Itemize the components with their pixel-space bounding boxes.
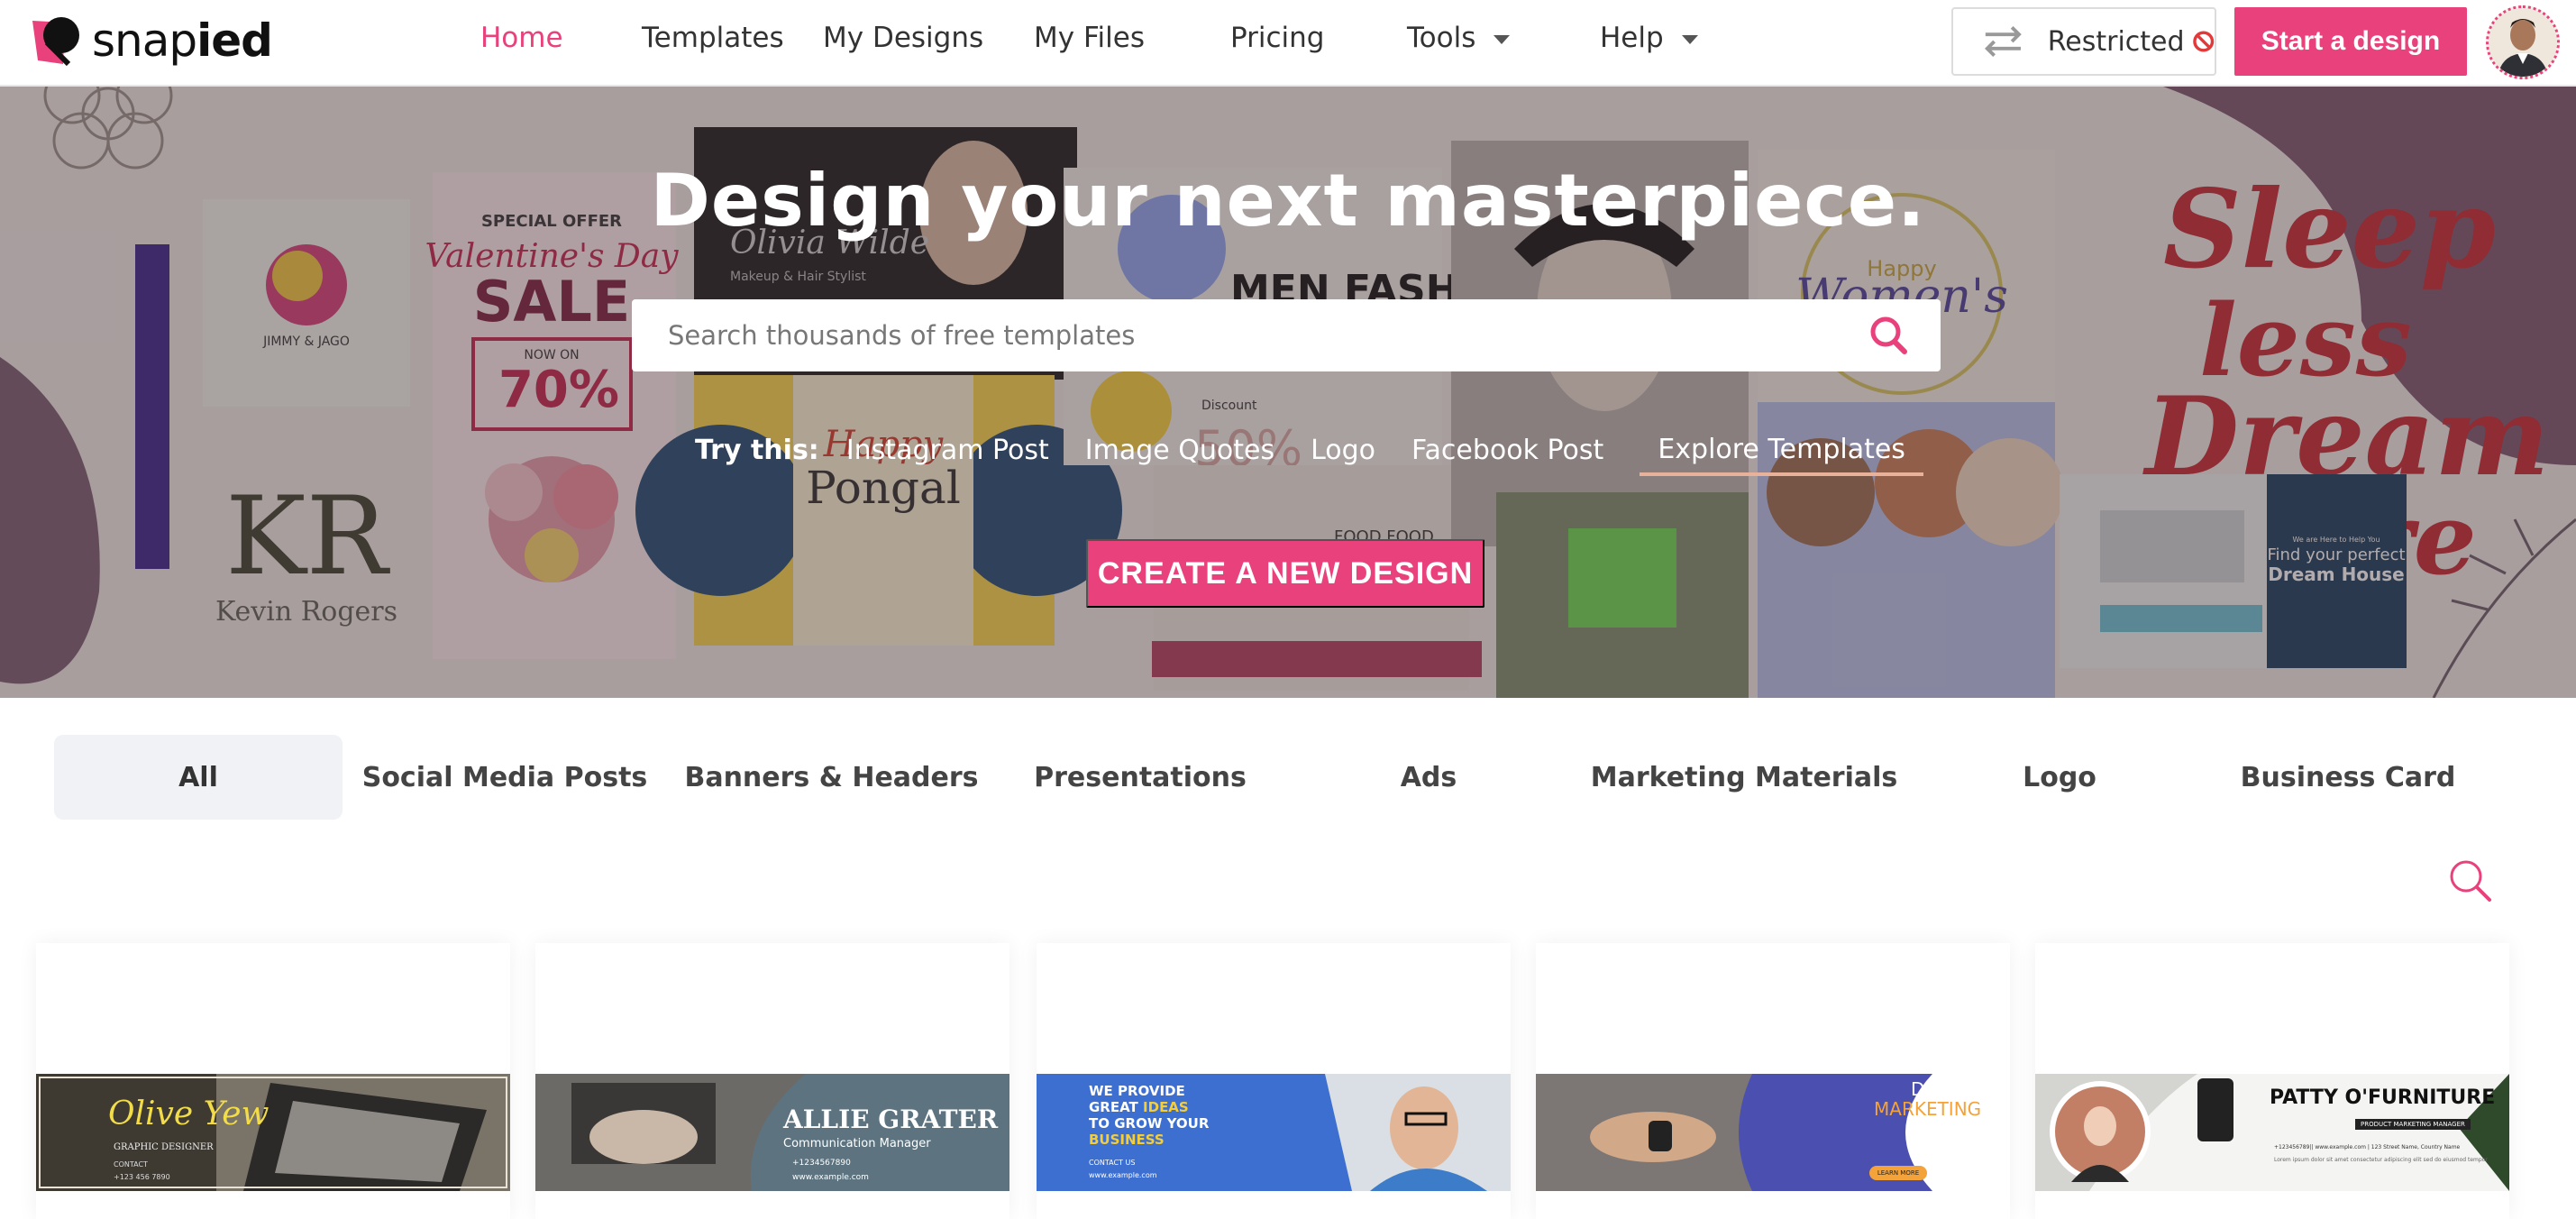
- tab-marketing-materials[interactable]: Marketing Materials: [1582, 735, 1906, 820]
- swap-arrows-icon: [1985, 25, 2022, 58]
- hero-section: JIMMY & JAGO KR Kevin Rogers SPECIAL OFF…: [0, 87, 2576, 698]
- card-web: www.example.com: [792, 1173, 869, 1182]
- card-web: www.example.com: [1089, 1171, 1157, 1179]
- logo-icon: [32, 17, 79, 67]
- nav-pricing[interactable]: Pricing: [1230, 22, 1325, 54]
- tab-business-card[interactable]: Business Card: [2217, 735, 2479, 820]
- start-design-button[interactable]: Start a design: [2234, 7, 2467, 76]
- nav-home[interactable]: Home: [480, 22, 563, 54]
- nav-templates[interactable]: Templates: [642, 22, 784, 54]
- chevron-down-icon: [1494, 34, 1511, 44]
- restricted-label: Restricted: [2047, 25, 2185, 58]
- template-search-input[interactable]: [668, 320, 1840, 351]
- template-search-bar: [632, 299, 1941, 371]
- card-description: Lorem ipsum dolor sit amet consectetur a…: [2274, 1157, 2488, 1163]
- suggestion-logo[interactable]: Logo: [1311, 435, 1375, 466]
- create-new-design-button[interactable]: CREATE A NEW DESIGN: [1086, 539, 1484, 608]
- try-this-label: Try this:: [695, 434, 819, 466]
- restricted-toggle-button[interactable]: Restricted: [1951, 7, 2216, 76]
- try-this-suggestions: Try this: Instagram Post Image Quotes Lo…: [695, 427, 1959, 476]
- hero-title: Design your next masterpiece.: [650, 159, 1926, 243]
- template-thumbnail: WE PROVIDE GREAT IDEAS TO GROW YOUR BUSI…: [1037, 1074, 1511, 1191]
- tab-all[interactable]: All: [54, 735, 343, 820]
- suggestion-instagram-post[interactable]: Instagram Post: [846, 435, 1049, 466]
- nav-tools-label: Tools: [1407, 22, 1476, 54]
- user-avatar[interactable]: [2486, 5, 2560, 79]
- card-role: GRAPHIC DESIGNER: [114, 1142, 214, 1152]
- user-portrait-icon: [2489, 8, 2557, 77]
- suggestion-facebook-post[interactable]: Facebook Post: [1411, 435, 1603, 466]
- template-thumbnail: PATTY O'FURNITURE PRODUCT MARKETING MANA…: [2035, 1074, 2509, 1191]
- card-phone: +1234567890: [792, 1159, 851, 1168]
- tab-social-media-posts[interactable]: Social Media Posts: [361, 735, 649, 820]
- card-contact: CONTACT: [114, 1160, 148, 1169]
- card-role: PRODUCT MARKETING MANAGER: [2355, 1119, 2471, 1130]
- card-contact: +123456789|| www.example.com | 123 Stree…: [2274, 1144, 2461, 1150]
- suggestion-image-quotes[interactable]: Image Quotes: [1085, 435, 1274, 466]
- template-card[interactable]: Olive Yew GRAPHIC DESIGNER CONTACT +123 …: [36, 943, 510, 1219]
- nav-help-label: Help: [1600, 22, 1664, 54]
- card-name: Olive Yew: [108, 1095, 269, 1132]
- nav-tools[interactable]: Tools: [1407, 22, 1511, 54]
- template-card[interactable]: WE PROVIDE GREAT IDEAS TO GROW YOUR BUSI…: [1037, 943, 1511, 1219]
- card-name: ALLIE GRATER: [783, 1104, 999, 1134]
- nav-help[interactable]: Help: [1600, 22, 1698, 54]
- card-contact: CONTACT US: [1089, 1159, 1136, 1167]
- card-headline: DIGITAL MARKETING AGENCY: [1874, 1078, 1982, 1140]
- nav-my-files[interactable]: My Files: [1034, 22, 1145, 54]
- search-icon[interactable]: [2448, 858, 2493, 903]
- tab-presentations[interactable]: Presentations: [1014, 735, 1266, 820]
- template-card[interactable]: DIGITAL MARKETING AGENCY LEARN MORE: [1536, 943, 2010, 1219]
- nav-my-designs[interactable]: My Designs: [823, 22, 983, 54]
- tab-banners-headers[interactable]: Banners & Headers: [667, 735, 996, 820]
- brand-name: snapied: [92, 14, 273, 67]
- card-role: Communication Manager: [783, 1137, 931, 1150]
- template-card[interactable]: ALLIE GRATER Communication Manager +1234…: [535, 943, 1009, 1219]
- card-name: PATTY O'FURNITURE: [2270, 1086, 2496, 1109]
- tab-ads[interactable]: Ads: [1338, 735, 1519, 820]
- template-thumbnail: Olive Yew GRAPHIC DESIGNER CONTACT +123 …: [36, 1074, 510, 1191]
- card-learn-more-button: LEARN MORE: [1869, 1166, 1927, 1180]
- explore-templates-link[interactable]: Explore Templates: [1640, 434, 1923, 476]
- card-headline: WE PROVIDE GREAT IDEAS TO GROW YOUR BUSI…: [1089, 1083, 1210, 1148]
- tab-logo[interactable]: Logo: [1969, 735, 2150, 820]
- template-thumbnail: DIGITAL MARKETING AGENCY LEARN MORE: [1536, 1074, 2010, 1191]
- prohibited-icon: [2192, 31, 2214, 52]
- chevron-down-icon: [1681, 34, 1698, 44]
- template-card[interactable]: PATTY O'FURNITURE PRODUCT MARKETING MANA…: [2035, 943, 2509, 1219]
- top-navigation: snapied Home Templates My Designs My Fil…: [0, 0, 2576, 87]
- search-icon[interactable]: [1867, 314, 1910, 357]
- template-artwork: [36, 1074, 510, 1191]
- template-thumbnail: ALLIE GRATER Communication Manager +1234…: [535, 1074, 1009, 1191]
- brand-logo[interactable]: snapied: [29, 9, 273, 72]
- card-phone: +123 456 7890: [114, 1173, 170, 1181]
